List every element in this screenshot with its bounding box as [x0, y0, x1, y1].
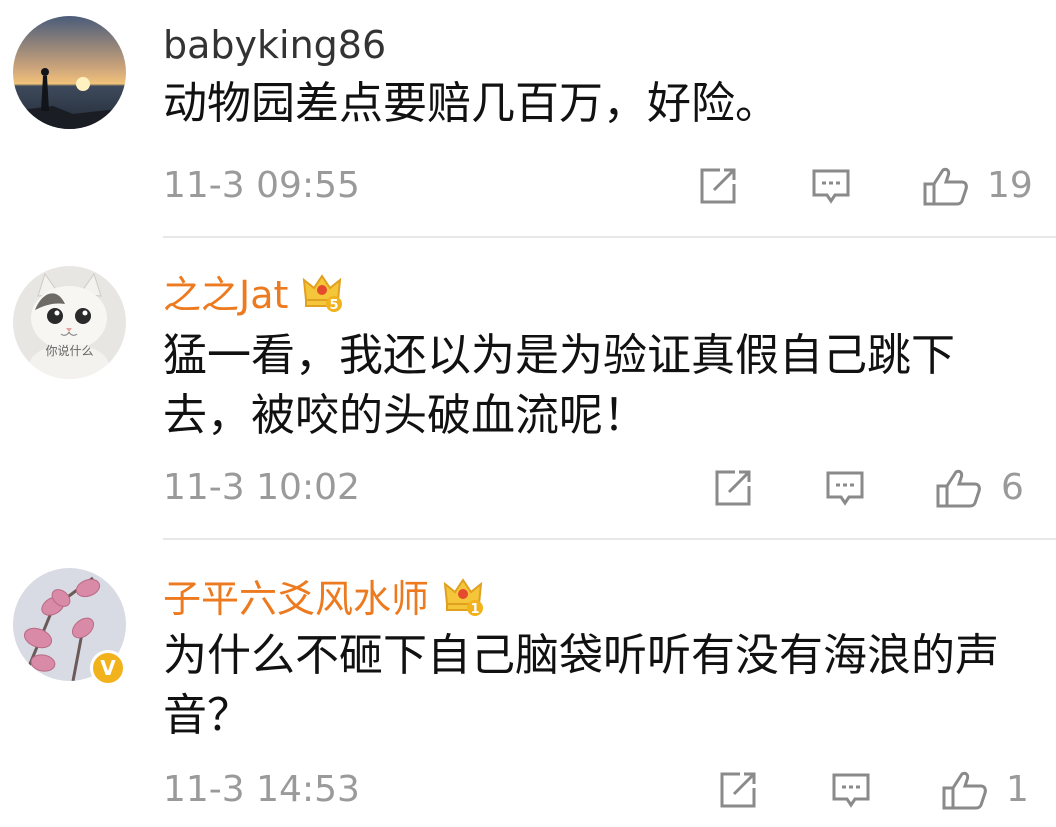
verified-badge: V [90, 650, 126, 686]
avatar[interactable]: 你说什么 [13, 266, 126, 379]
avatar-caption: 你说什么 [45, 344, 94, 358]
cat-avatar-image [13, 266, 126, 379]
share-icon[interactable] [718, 770, 758, 810]
username-text: 之之Jat [163, 273, 289, 317]
like-count: 19 [987, 165, 1033, 206]
comment-icon[interactable] [825, 468, 865, 508]
timestamp: 11-3 10:02 [163, 467, 360, 508]
username[interactable]: 之之Jat 5 [163, 270, 344, 318]
share-icon[interactable] [713, 468, 753, 508]
like-count: 1 [1006, 769, 1029, 810]
timestamp: 11-3 09:55 [163, 165, 360, 206]
crown-level: 5 [330, 298, 339, 313]
comment-meta: 11-3 14:53 1 [163, 766, 1029, 814]
like-count: 6 [1001, 467, 1024, 508]
sunset-avatar-image [13, 16, 126, 129]
share-icon[interactable] [698, 166, 738, 206]
comment-item: V 子平六爻风水师 1 为什么不砸下自己脑袋听听有没有海浪的声音？ 11-3 1… [0, 540, 1056, 827]
avatar[interactable] [13, 16, 126, 129]
comment-meta: 11-3 10:02 6 [163, 464, 1026, 512]
username[interactable]: 子平六爻风水师 1 [163, 574, 485, 622]
comment-meta: 11-3 09:55 19 [163, 162, 1033, 210]
comment-icon[interactable] [831, 770, 871, 810]
username[interactable]: babyking86 [163, 22, 386, 68]
comment-item: 你说什么 之之Jat 5 猛一看，我还以为是为验证真假自己跳下去，被咬的头破血流… [0, 238, 1056, 540]
thumbs-up-icon[interactable] [923, 166, 969, 206]
comment-icon[interactable] [811, 166, 851, 206]
comment-item: babyking86 动物园差点要赔几百万，好险。 11-3 09:55 19 [0, 0, 1056, 238]
crown-level: 1 [470, 602, 479, 617]
comment-text: 为什么不砸下自己脑袋听听有没有海浪的声音？ [163, 630, 999, 741]
thumbs-up-icon[interactable] [942, 770, 988, 810]
comment-text: 猛一看，我还以为是为验证真假自己跳下去，被咬的头破血流呢！ [163, 330, 955, 441]
comment-text: 动物园差点要赔几百万，好险。 [163, 78, 779, 129]
crown-icon: 1 [441, 574, 485, 618]
username-text: 子平六爻风水师 [163, 577, 430, 621]
crown-icon: 5 [300, 270, 344, 314]
thumbs-up-icon[interactable] [936, 468, 982, 508]
timestamp: 11-3 14:53 [163, 769, 360, 810]
